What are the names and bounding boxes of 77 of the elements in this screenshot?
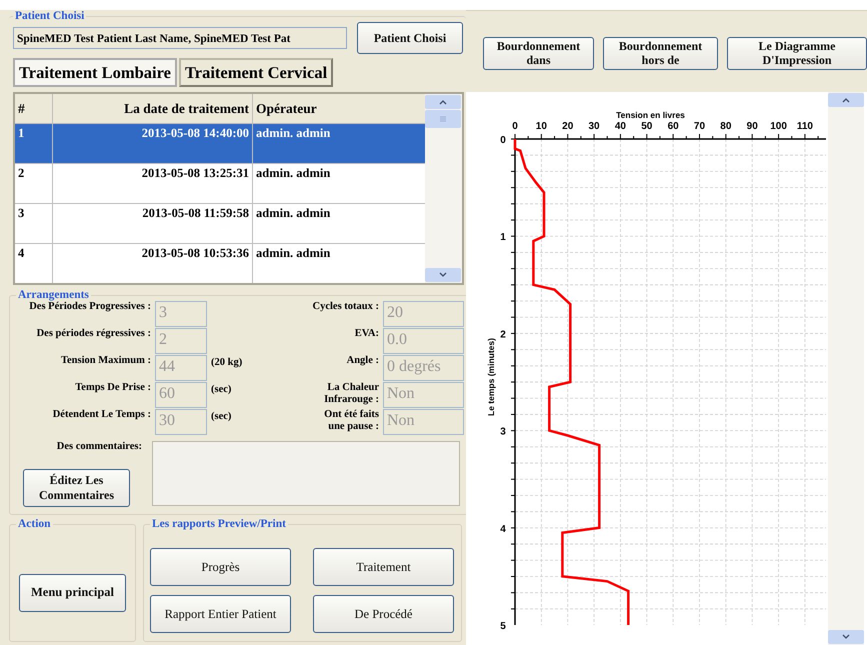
group-legend: Les rapports Preview/Print (150, 518, 288, 530)
group-legend: Arrangements (16, 289, 91, 301)
report-button[interactable]: Traitement (313, 548, 454, 586)
tick-label: 20 (562, 121, 574, 132)
tick-label: 110 (796, 121, 813, 132)
column-header: Opérateur (255, 100, 318, 118)
column-header: # (15, 94, 53, 123)
table-row[interactable]: 1 2013-05-08 14:40:00 admin. admin (15, 124, 425, 164)
table-cell-text: admin. admin (255, 165, 332, 182)
chart-button[interactable]: Bourdonnement dans (483, 37, 594, 70)
comments-field[interactable] (152, 441, 460, 506)
field-label: Angle : (346, 355, 379, 367)
column-header: La date de traitement (53, 94, 253, 123)
scroll-up-icon[interactable] (828, 93, 864, 107)
field-label: Des périodes régressives : (36, 328, 151, 340)
field-label: Des Périodes Progressives : (28, 301, 151, 313)
field-label: Cycles totaux : (312, 301, 379, 313)
patient-name-field[interactable]: SpineMED Test Patient Last Name, SpineMED Test Pat (13, 27, 347, 49)
unit-label: (sec) (211, 411, 232, 422)
scroll-up-icon[interactable] (425, 95, 461, 109)
tick-label: 0 (512, 121, 518, 132)
report-button[interactable]: Progrès (150, 548, 291, 586)
unit-label: (20 kg) (211, 357, 242, 368)
comments-label: Des commentaires: (56, 441, 143, 453)
field-label: La Chaleur Infrarouge : (323, 382, 379, 406)
tick-label: 80 (720, 121, 732, 132)
table-cell: 2013-05-08 10:53:36 (53, 244, 253, 283)
treatment-tab[interactable]: Traitement Lombaire (13, 58, 177, 87)
chart-button[interactable]: Le Diagramme D'Impression (727, 37, 867, 70)
tick-label: 10 (536, 121, 547, 132)
table-cell: 2013-05-08 14:40:00 (53, 124, 253, 163)
tick-label: 90 (746, 121, 758, 132)
treatment-tab[interactable]: Traitement Cervical (178, 58, 334, 87)
field-label: Détendent Le Temps : (52, 409, 151, 421)
table-cell-text: admin. admin (255, 245, 332, 262)
table-cell: 2013-05-08 11:59:58 (53, 204, 253, 243)
tick-label: 100 (770, 121, 787, 132)
tick-label: 50 (641, 121, 652, 132)
scroll-down-icon[interactable] (828, 630, 864, 644)
tick-label: 1 (500, 232, 506, 244)
table-row[interactable]: 2 2013-05-08 13:25:31 admin. admin (15, 164, 425, 204)
field-label: EVA: (354, 328, 379, 340)
axis-title: Tension en livres (616, 110, 685, 120)
tick-label: 5 (500, 621, 506, 632)
field-label: Temps De Prise : (74, 382, 151, 394)
table-cell: 2013-05-08 13:25:31 (53, 164, 253, 203)
table-cell-text: admin. admin (255, 205, 332, 222)
chart-button[interactable]: Bourdonnement hors de (603, 37, 718, 70)
scrollbar[interactable] (425, 94, 462, 283)
group-legend: Patient Choisi (13, 10, 86, 22)
axis-title: Le temps (minutes) (486, 338, 496, 416)
tick-label: 70 (694, 121, 706, 132)
tick-label: 0 (500, 135, 506, 146)
choose-patient-button[interactable]: Patient Choisi (357, 22, 463, 54)
table-cell: 1 (15, 124, 53, 163)
tick-label: 60 (668, 121, 679, 132)
table-cell: 4 (15, 244, 53, 283)
table-cell: 2 (15, 164, 53, 203)
group-legend: Action (16, 518, 53, 530)
scroll-thumb-icon[interactable] (425, 110, 461, 128)
table-cell-text: admin. admin (255, 125, 332, 142)
tick-label: 3 (500, 426, 506, 438)
field-label: Ont été faits une pause : (323, 409, 379, 432)
edit-comments-button[interactable]: Éditez Les Commentaires (23, 468, 130, 507)
tick-label: 40 (614, 121, 626, 132)
scrollbar[interactable] (828, 92, 864, 645)
tick-label: 2 (500, 329, 506, 340)
main-menu-button[interactable]: Menu principal (19, 574, 126, 612)
tick-label: 30 (588, 121, 600, 132)
table-cell: 3 (15, 204, 53, 243)
scroll-down-icon[interactable] (425, 268, 461, 282)
report-button[interactable]: Rapport Entier Patient (150, 595, 291, 633)
tick-label: 4 (500, 524, 506, 535)
unit-label: (sec) (211, 384, 232, 395)
table-row[interactable]: 3 2013-05-08 11:59:58 admin. admin (15, 204, 425, 244)
field-label: Tension Maximum : (60, 355, 151, 367)
report-button[interactable]: De Procédé (313, 595, 454, 633)
